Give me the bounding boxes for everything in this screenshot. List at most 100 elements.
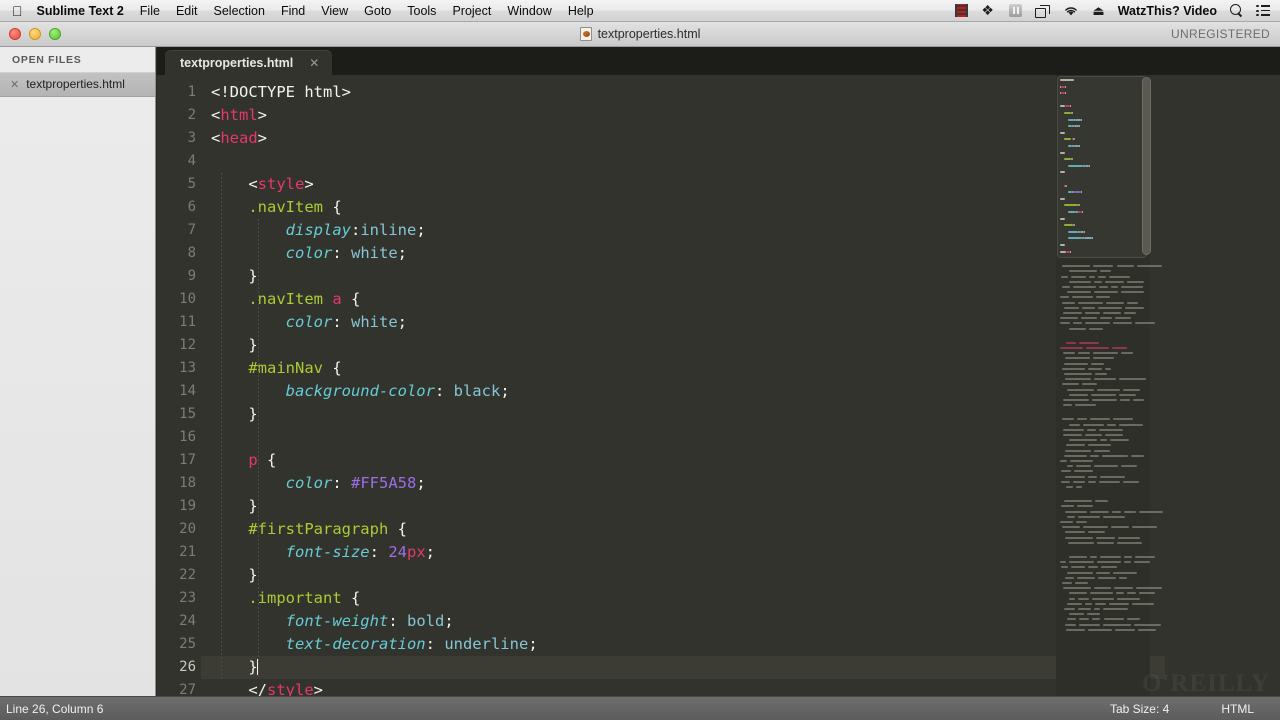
menu-item-file[interactable]: File [140,4,160,18]
code-token: : [369,543,389,561]
code-line-14[interactable]: background-color: black; [211,380,510,403]
code-line-2[interactable]: <html> [211,104,267,127]
minimap-token [1108,275,1130,278]
minimap-token [1091,362,1104,365]
code-line-23[interactable]: .important { [211,587,360,610]
minimap-token [1107,423,1116,426]
minimap-scrollbar[interactable] [1142,77,1151,255]
minimap-token [1069,280,1092,283]
menu-item-window[interactable]: Window [507,4,551,18]
minimap-token [1086,347,1109,349]
syntax-mode-label[interactable]: HTML [1195,702,1280,716]
minimap-token [1097,541,1115,544]
minimap-token [1073,322,1083,325]
code-line-1[interactable]: <!DOCTYPE html> [211,81,351,104]
minimap-token [1060,561,1067,564]
minimap-token [1127,280,1145,283]
minimap-token [1099,439,1108,442]
close-window-button[interactable] [9,28,21,40]
close-tab-icon[interactable]: ✕ [309,56,319,70]
menu-app-name[interactable]: Sublime Text 2 [37,4,124,18]
line-number-24: 24 [179,613,196,629]
close-file-icon[interactable]: ✕ [10,78,19,91]
eject-icon[interactable]: ⏏ [1092,4,1104,17]
minimap-token [1089,454,1100,457]
minimap-token [1090,418,1110,421]
code-line-13[interactable]: #mainNav { [211,357,341,380]
code-line-5[interactable]: <style> [211,173,313,196]
menu-item-help[interactable]: Help [568,4,594,18]
code-token: > [257,129,268,147]
apple-logo-icon[interactable]:  [12,4,23,18]
code-token: p [248,451,258,469]
code-token: .important [248,589,342,607]
line-number-2: 2 [187,107,196,123]
code-line-11[interactable]: color: white; [211,311,407,334]
minimap-token [1096,561,1122,564]
menu-item-tools[interactable]: Tools [407,4,436,18]
code-line-12[interactable]: } [211,334,257,357]
code-line-20[interactable]: #firstParagraph { [211,518,407,541]
minimap-token [1124,561,1132,564]
notification-center-icon[interactable] [1256,5,1270,16]
code-line-24[interactable]: font-weight: bold; [211,610,454,633]
code-line-19[interactable]: } [211,495,257,518]
minimize-window-button[interactable] [29,28,41,40]
code-line-15[interactable]: } [211,403,257,426]
minimap-token [1067,618,1076,621]
code-token: 24 [388,543,407,561]
line-number-18: 18 [179,475,196,491]
menu-item-selection[interactable]: Selection [214,4,265,18]
code-token: ; [425,543,436,561]
minimap-token [1094,373,1107,375]
tab-size-label[interactable]: Tab Size: 4 [1084,702,1195,716]
line-number-gutter: 1 2 3 4 5 6 7 8 9 10 11 12 13 14 15 16 17 18 19 20 21 22 23 24 2… [157,75,201,696]
menu-user-name[interactable]: WatzThis? Video [1118,4,1217,18]
minimap-token [1065,576,1074,579]
pause-icon[interactable] [1009,4,1023,17]
minimap[interactable] [1056,75,1163,696]
code-line-21[interactable]: font-size: 24px; [211,541,435,564]
sidebar-item-textproperties[interactable]: ✕ textproperties.html [0,72,155,97]
minimap-token [1072,286,1097,288]
menu-item-edit[interactable]: Edit [176,4,198,18]
code-line-27[interactable]: </style> [211,679,323,696]
display-mirroring-icon[interactable] [1035,4,1051,18]
menu-item-project[interactable]: Project [452,4,491,18]
minimap-token [1064,373,1092,375]
code-line-25[interactable]: text-decoration: underline; [211,633,538,656]
code-line-22[interactable]: } [211,564,257,587]
menu-item-goto[interactable]: Goto [364,4,391,18]
minimap-token [1102,312,1122,314]
tab-textproperties[interactable]: textproperties.html ✕ [165,50,333,75]
code-line-8[interactable]: color: white; [211,242,407,265]
code-line-18[interactable]: color: #FF5A58; [211,472,426,495]
minimap-token [1087,628,1113,631]
code-token: ; [416,474,426,492]
code-token: style [257,175,305,193]
screen-recording-icon[interactable] [955,4,969,17]
minimap-token [1067,211,1077,213]
search-icon[interactable] [1230,4,1243,17]
code-line-10[interactable]: .navItem a { [211,288,360,311]
menu-item-find[interactable]: Find [281,4,305,18]
code-line-7[interactable]: display:inline; [211,219,426,242]
menu-item-view[interactable]: View [321,4,348,18]
minimap-token [1096,388,1120,391]
minimap-token [1076,465,1092,468]
minimap-token [1064,454,1087,457]
code-line-3[interactable]: <head> [211,127,267,150]
dropbox-icon[interactable]: ❖ [981,3,996,18]
code-line-6[interactable]: .navItem { [211,196,341,219]
code-line-9[interactable]: } [211,265,257,288]
line-number-4: 4 [187,153,196,169]
minimap-token [1087,480,1096,483]
minimap-token [1099,317,1113,320]
minimap-token [1087,428,1096,431]
zoom-window-button[interactable] [49,28,61,40]
minimap-token [1119,576,1128,579]
minimap-token [1096,571,1111,574]
code-line-26[interactable]: } [211,656,258,679]
wifi-icon[interactable] [1063,5,1079,17]
